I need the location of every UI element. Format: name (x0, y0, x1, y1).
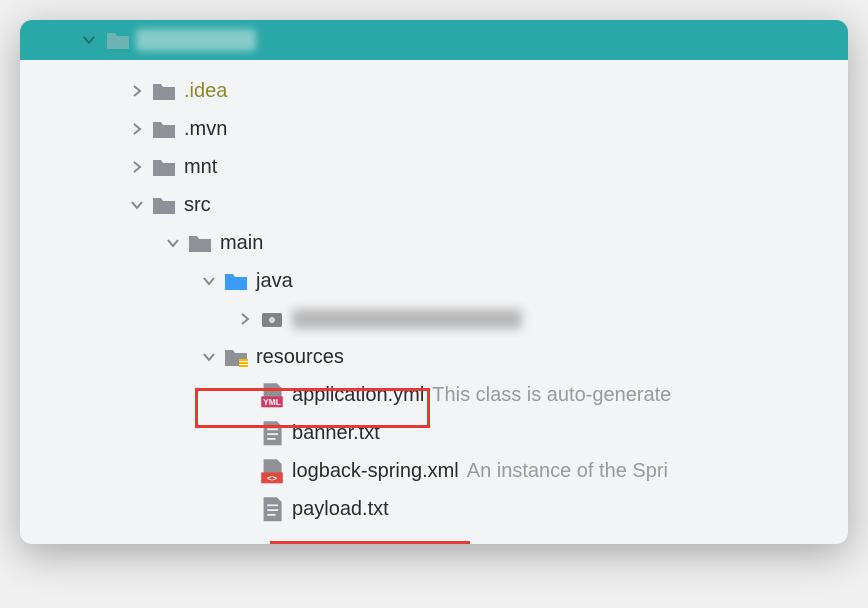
folder-icon (152, 81, 176, 101)
tree-label: .idea (184, 80, 227, 103)
folder-icon (152, 157, 176, 177)
xml-file-icon: <> (260, 461, 284, 481)
project-tree-panel: .idea .mvn mnt (20, 20, 848, 544)
svg-text:YML: YML (263, 397, 281, 407)
folder-icon (152, 195, 176, 215)
package-name-label (292, 309, 522, 329)
tree-file-application-yml[interactable]: YML application.yml This class is auto-g… (20, 376, 848, 414)
yml-file-icon: YML (260, 385, 284, 405)
chevron-down-icon[interactable] (128, 196, 146, 214)
file-name-label: banner.txt (292, 422, 380, 445)
chevron-down-icon[interactable] (80, 31, 98, 49)
tree-label: .mvn (184, 118, 227, 141)
text-file-icon (260, 423, 284, 443)
source-folder-icon (224, 271, 248, 291)
tree-file-logback-spring-xml[interactable]: <> logback-spring.xml An instance of the… (20, 452, 848, 490)
chevron-right-icon[interactable] (128, 82, 146, 100)
chevron-right-icon[interactable] (128, 158, 146, 176)
package-icon (260, 309, 284, 329)
tree-file-banner-txt[interactable]: banner.txt (20, 414, 848, 452)
resources-folder-icon (224, 347, 248, 367)
titlebar (20, 20, 848, 60)
tree-label: main (220, 232, 263, 255)
chevron-right-icon[interactable] (128, 120, 146, 138)
folder-icon (188, 233, 212, 253)
chevron-down-icon[interactable] (164, 234, 182, 252)
file-hint: An instance of the Spri (467, 460, 668, 483)
tree-label: src (184, 194, 211, 217)
tree-label: resources (256, 346, 344, 369)
tree-item-idea[interactable]: .idea (20, 72, 848, 110)
file-name-label: logback-spring.xml (292, 460, 459, 483)
tree-item-package[interactable] (20, 300, 848, 338)
tree-item-java[interactable]: java (20, 262, 848, 300)
tree-item-src[interactable]: src (20, 186, 848, 224)
svg-text:<>: <> (267, 473, 277, 483)
file-name-label: application.yml (292, 384, 424, 407)
chevron-down-icon[interactable] (200, 272, 218, 290)
tree-item-mnt[interactable]: mnt (20, 148, 848, 186)
tree-item-main[interactable]: main (20, 224, 848, 262)
file-hint: This class is auto-generate (432, 384, 671, 407)
chevron-right-icon[interactable] (236, 310, 254, 328)
project-root-label[interactable] (136, 29, 256, 51)
tree-item-mvn[interactable]: .mvn (20, 110, 848, 148)
file-name-label: payload.txt (292, 498, 389, 521)
tree-file-payload-txt[interactable]: payload.txt (20, 490, 848, 528)
folder-icon (152, 119, 176, 139)
text-file-icon (260, 499, 284, 519)
project-tree: .idea .mvn mnt (20, 60, 848, 544)
folder-icon (106, 30, 130, 50)
tree-label: java (256, 270, 293, 293)
tree-label: mnt (184, 156, 217, 179)
tree-item-resources[interactable]: resources (20, 338, 848, 376)
chevron-down-icon[interactable] (200, 348, 218, 366)
